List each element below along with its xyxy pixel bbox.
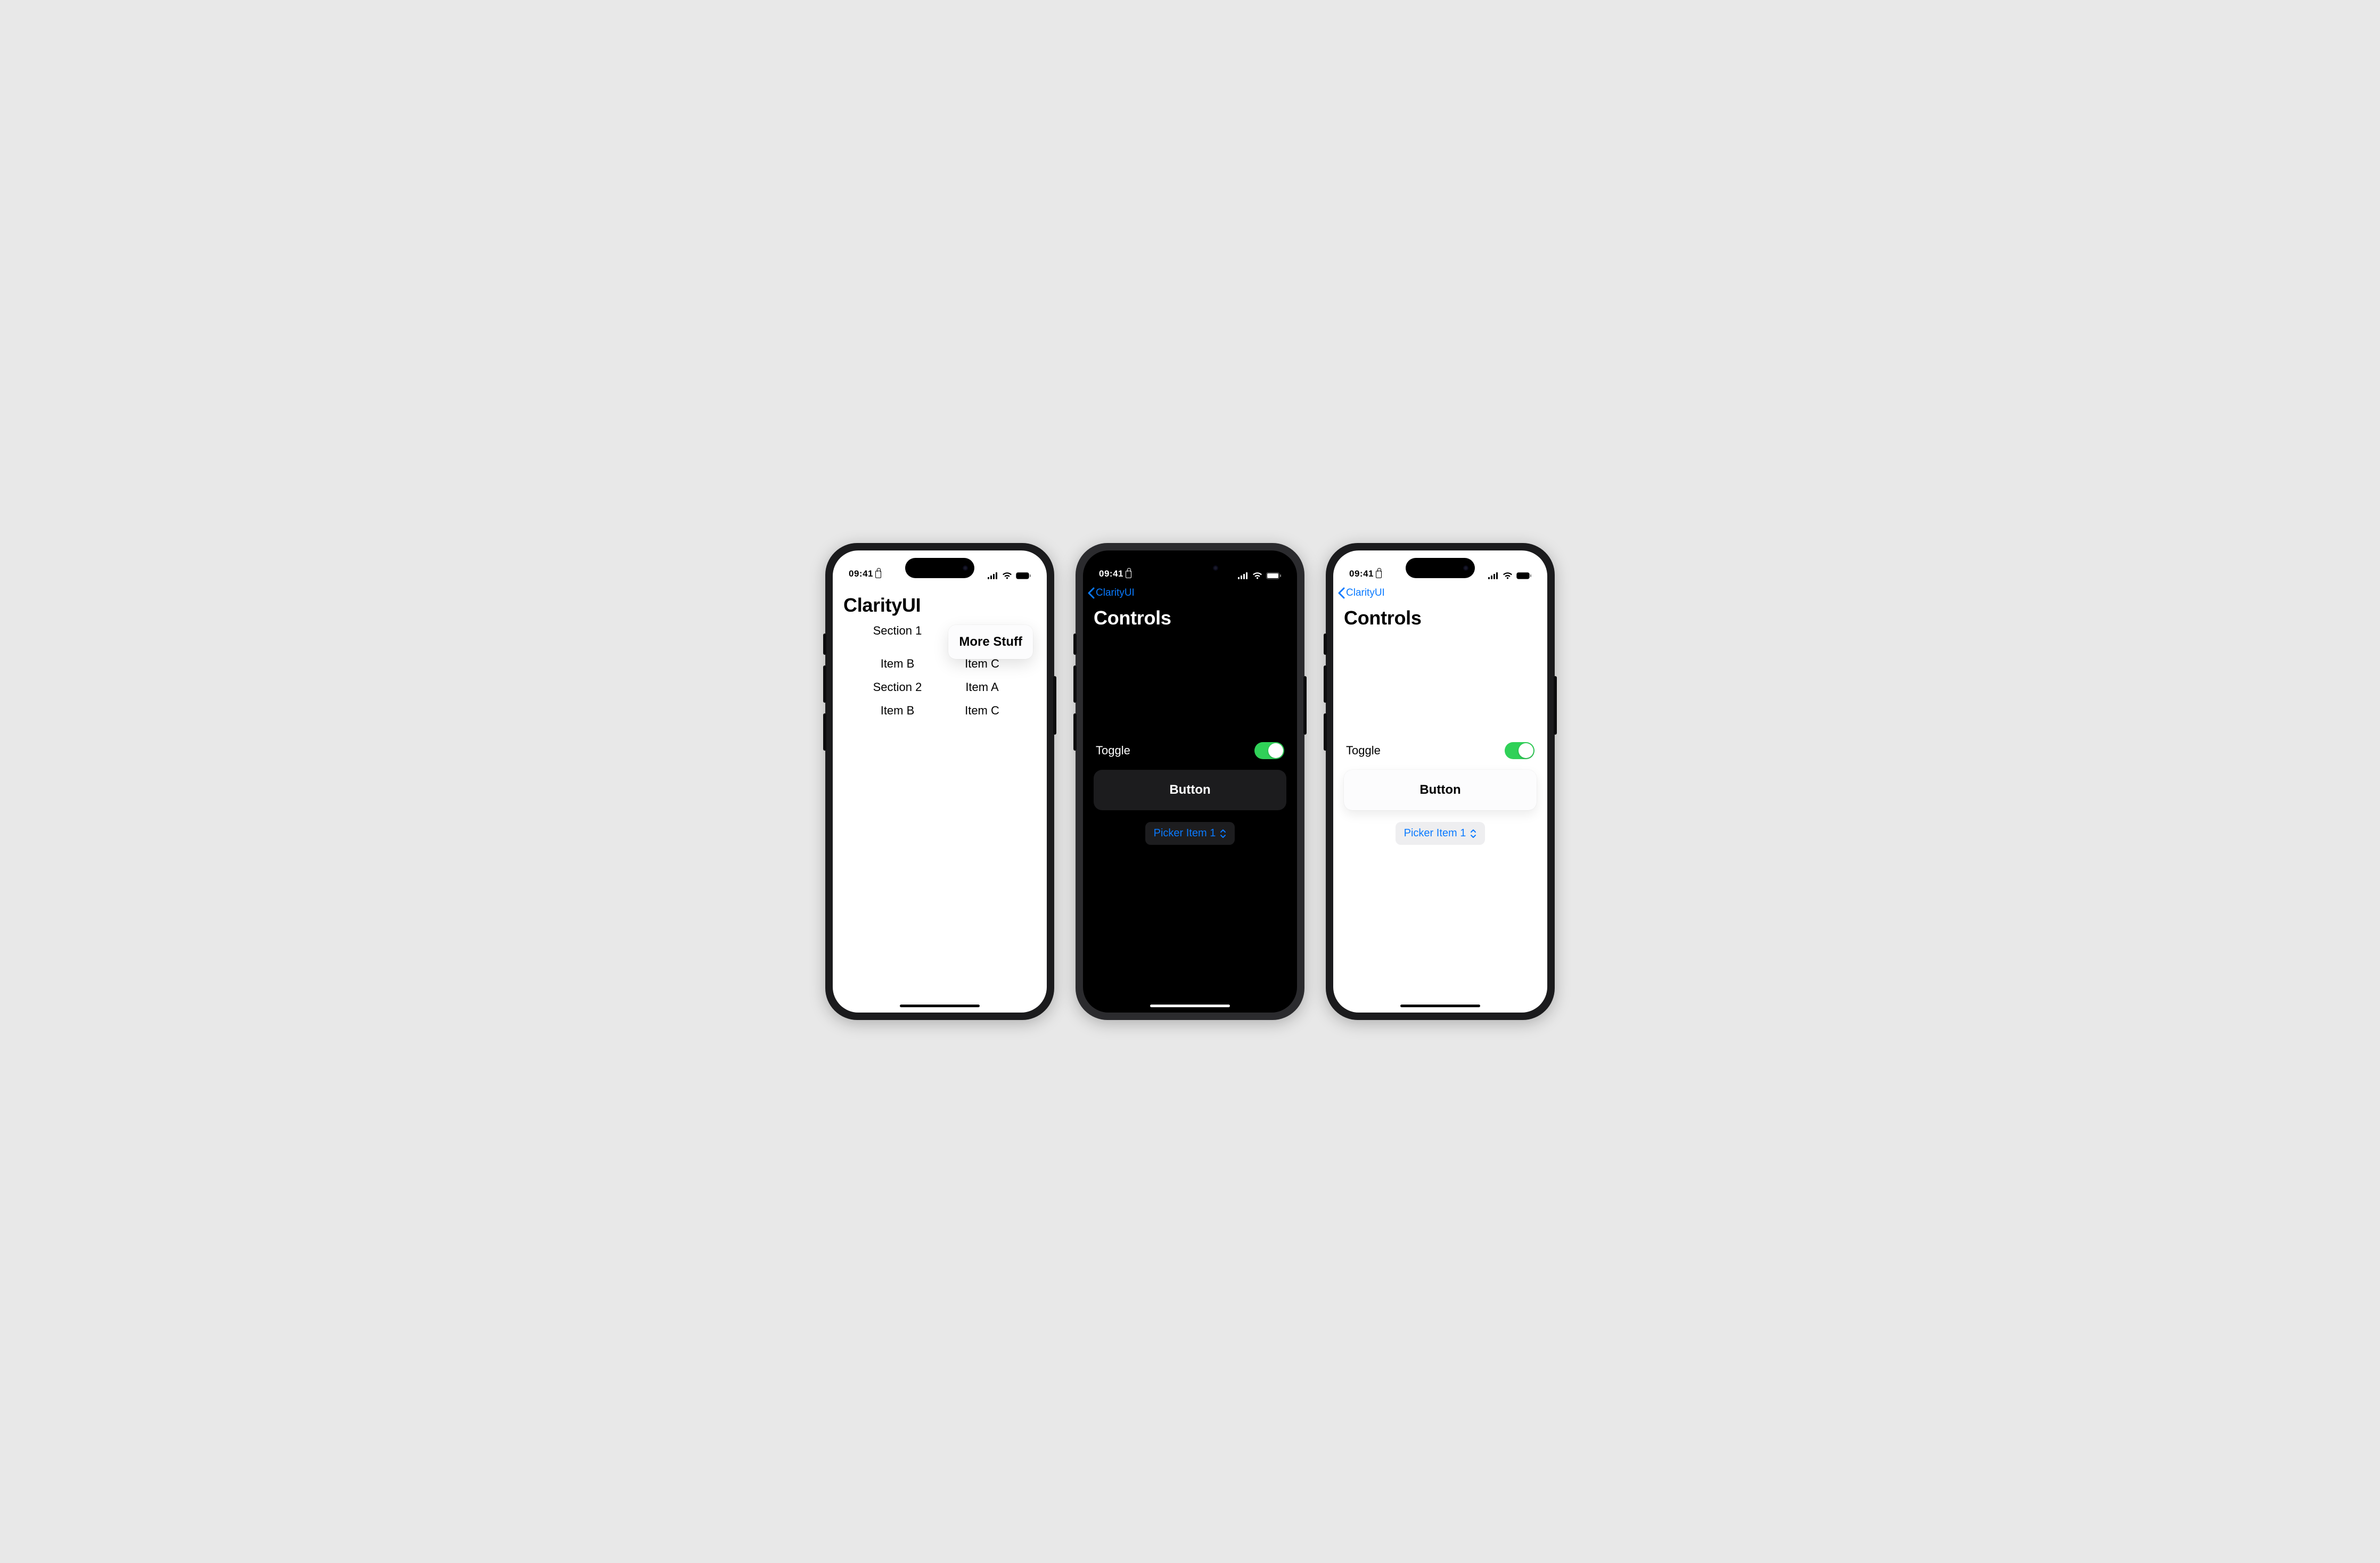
list-item[interactable]: Item A: [944, 680, 1020, 694]
iphone-mock-1: 09:41 ClarityUI Section 1 Item B Item C …: [825, 543, 1054, 1020]
cellular-icon: [988, 572, 998, 579]
primary-button[interactable]: Button: [1344, 770, 1537, 810]
iphone-mock-3: 09:41 ClarityUI Controls Toggle B: [1326, 543, 1555, 1020]
status-time: 09:41: [849, 569, 873, 579]
toggle-switch[interactable]: [1505, 742, 1534, 759]
wifi-icon: [1002, 572, 1012, 579]
chevron-left-icon: [1337, 587, 1345, 599]
dynamic-island: [1155, 558, 1225, 578]
status-time: 09:41: [1099, 569, 1123, 579]
list-item[interactable]: Item B: [859, 704, 935, 718]
chevron-left-icon: [1087, 587, 1095, 599]
cellular-icon: [1488, 572, 1499, 579]
toggle-switch[interactable]: [1254, 742, 1284, 759]
picker-menu[interactable]: Picker Item 1: [1396, 822, 1486, 845]
list-item[interactable]: Section 2: [859, 680, 935, 694]
back-label: ClarityUI: [1346, 587, 1385, 599]
battery-icon: [1016, 572, 1031, 579]
home-indicator[interactable]: [900, 1005, 980, 1007]
picker-menu[interactable]: Picker Item 1: [1145, 822, 1235, 845]
page-title: Controls: [1333, 605, 1547, 632]
primary-button[interactable]: Button: [1094, 770, 1286, 810]
cellular-icon: [1238, 572, 1249, 579]
chevron-up-down-icon: [1220, 829, 1226, 838]
status-time: 09:41: [1349, 569, 1374, 579]
list-item[interactable]: Section 1: [859, 624, 935, 638]
iphone-mock-2: 09:41 ClarityUI Controls Toggle B: [1076, 543, 1304, 1020]
wifi-icon: [1503, 572, 1513, 579]
button-label: Button: [1169, 783, 1210, 797]
context-menu[interactable]: More Stuff: [948, 625, 1033, 659]
battery-icon: [1516, 572, 1531, 579]
list-item[interactable]: Item C: [944, 704, 1020, 718]
menu-item-label: More Stuff: [959, 635, 1022, 649]
button-label: Button: [1419, 783, 1460, 797]
page-title: Controls: [1083, 605, 1297, 632]
chevron-up-down-icon: [1470, 829, 1476, 838]
back-button[interactable]: ClarityUI: [1337, 587, 1385, 599]
dynamic-island: [1406, 558, 1475, 578]
screen-clarityui-home: 09:41 ClarityUI Section 1 Item B Item C …: [833, 550, 1047, 1013]
lock-icon: [1376, 571, 1382, 578]
battery-icon: [1266, 572, 1281, 579]
toggle-label: Toggle: [1096, 744, 1130, 758]
home-indicator[interactable]: [1400, 1005, 1480, 1007]
picker-value: Picker Item 1: [1404, 827, 1466, 840]
dynamic-island: [905, 558, 974, 578]
page-title: ClarityUI: [833, 592, 1047, 620]
list-item[interactable]: Item B: [859, 657, 935, 671]
screen-controls-light: 09:41 ClarityUI Controls Toggle B: [1333, 550, 1547, 1013]
back-label: ClarityUI: [1096, 587, 1135, 599]
toggle-label: Toggle: [1346, 744, 1381, 758]
back-button[interactable]: ClarityUI: [1087, 587, 1135, 599]
lock-icon: [1126, 571, 1131, 578]
lock-icon: [875, 571, 881, 578]
picker-value: Picker Item 1: [1154, 827, 1216, 840]
wifi-icon: [1252, 572, 1262, 579]
screen-controls-dark: 09:41 ClarityUI Controls Toggle B: [1083, 550, 1297, 1013]
home-indicator[interactable]: [1150, 1005, 1230, 1007]
